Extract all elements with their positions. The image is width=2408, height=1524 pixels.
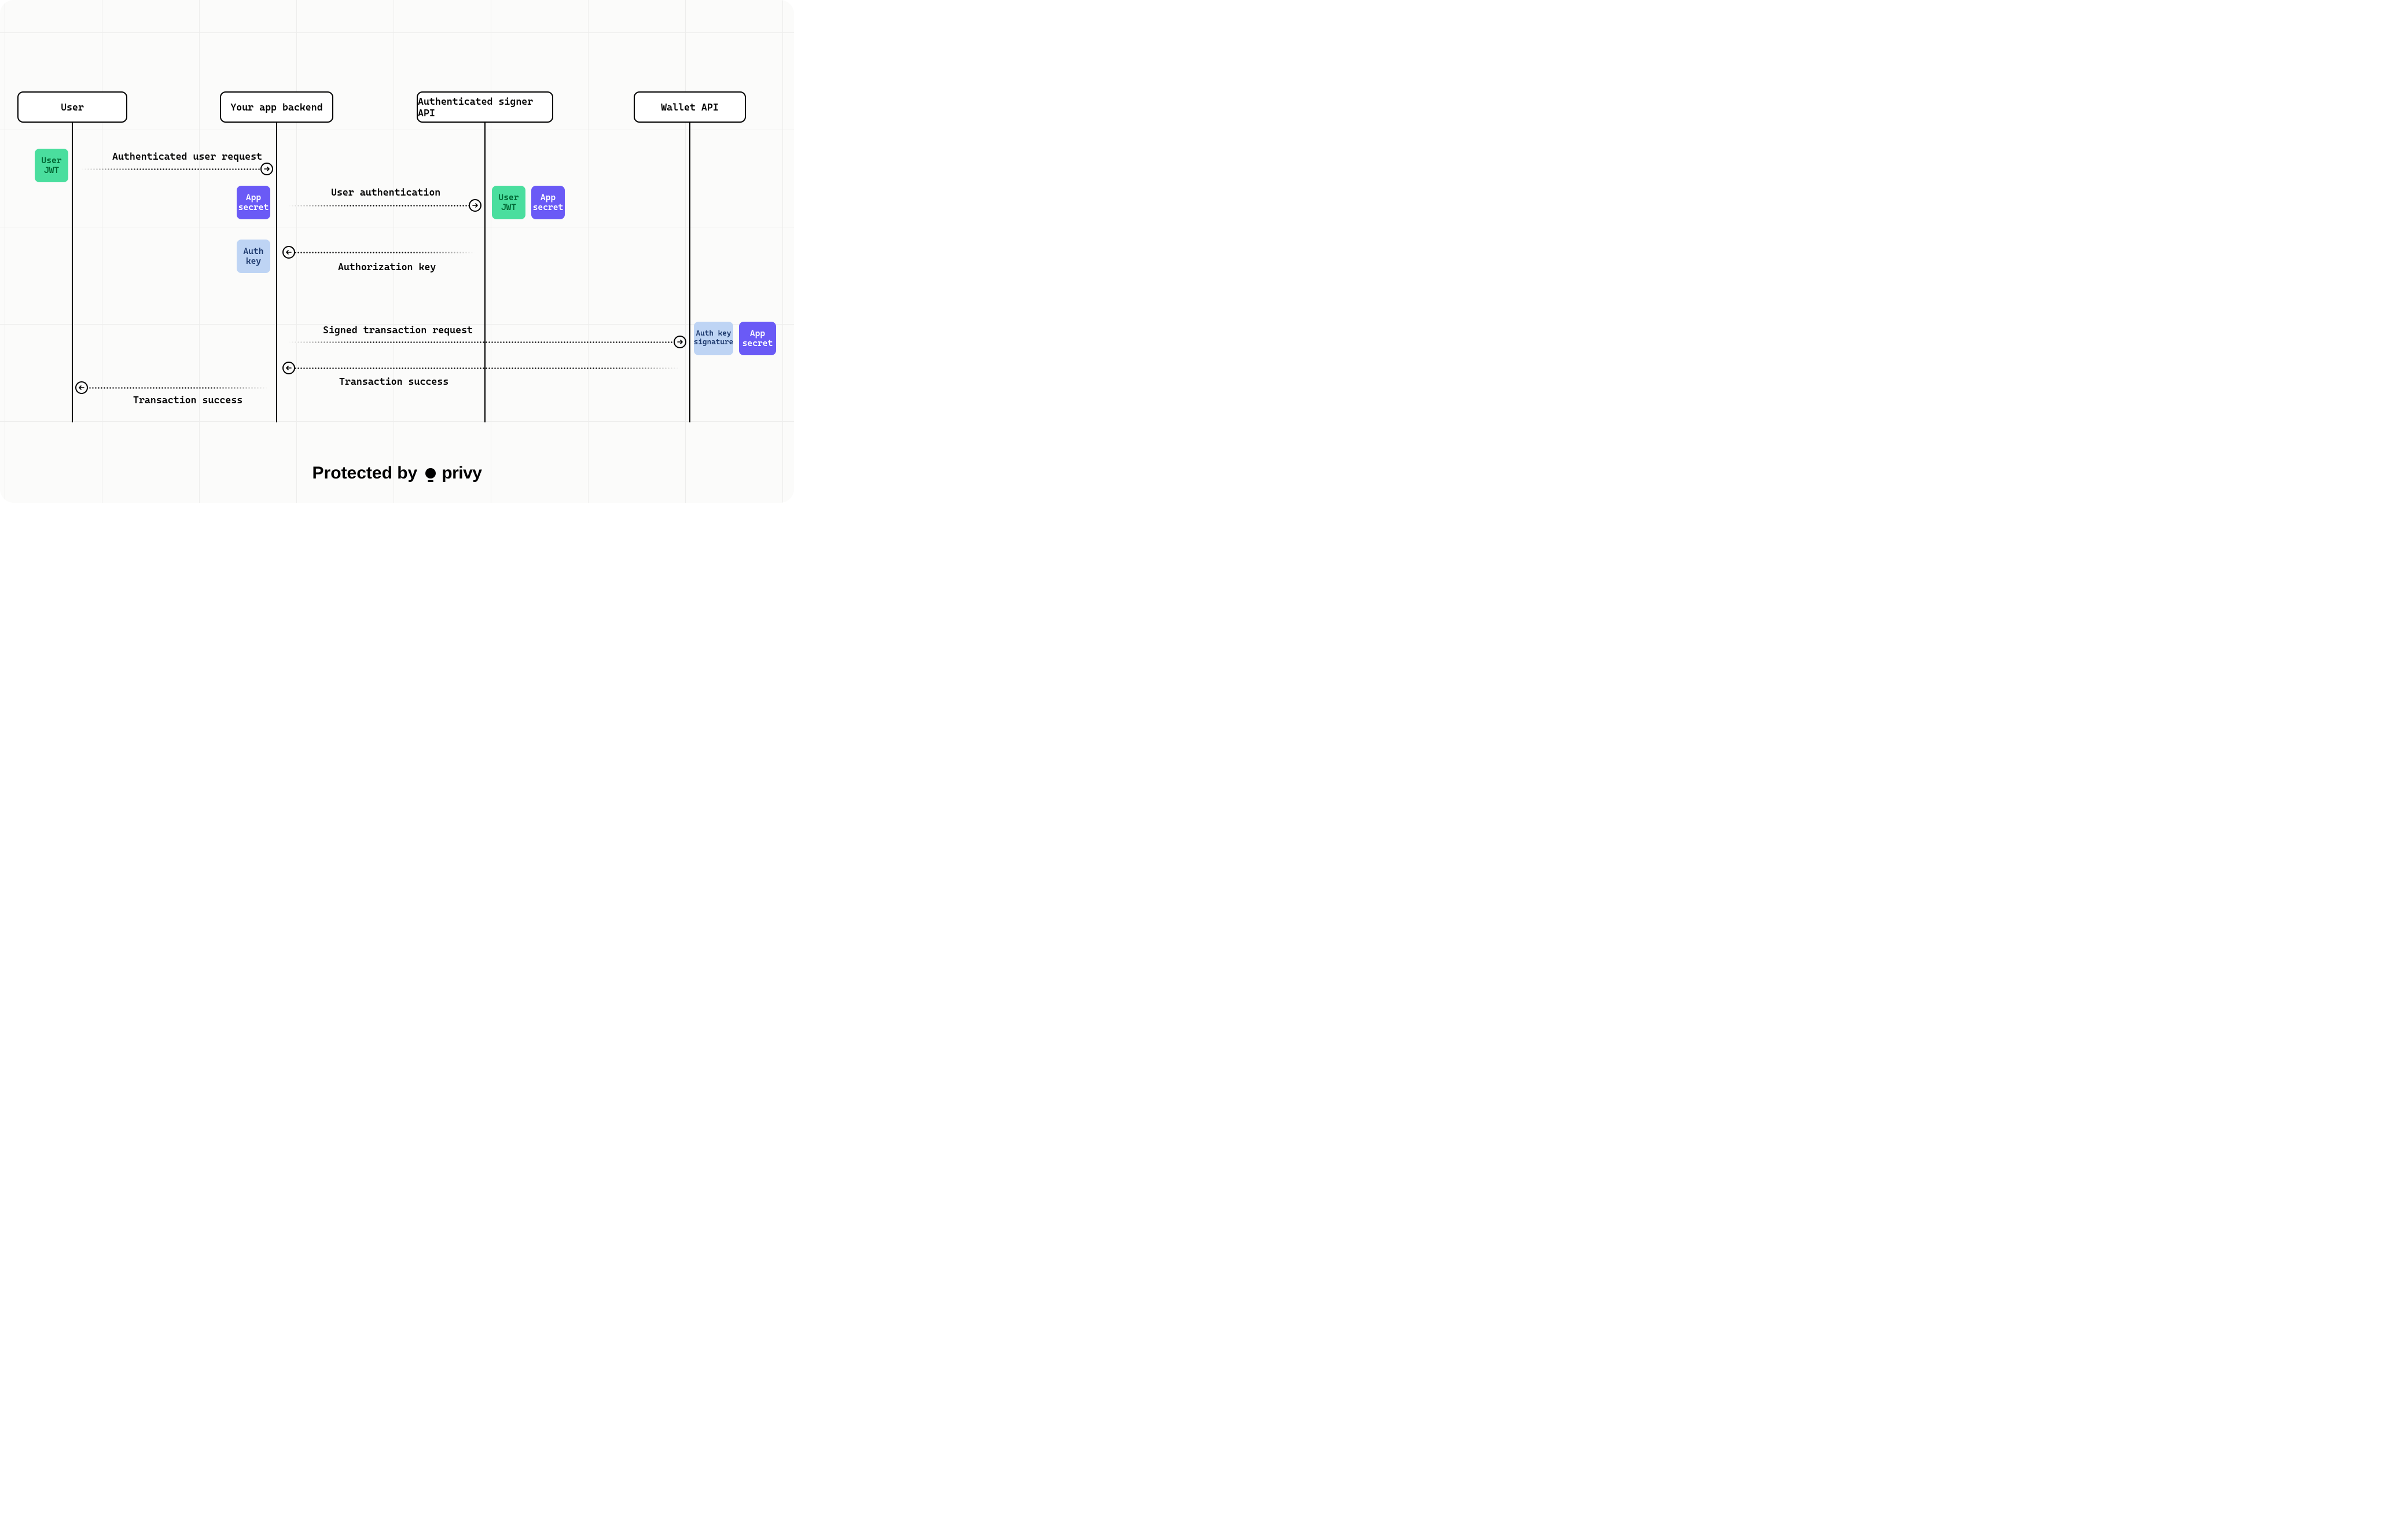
footer: Protected by privy bbox=[0, 463, 794, 483]
msg-auth-key-label: Authorization key bbox=[338, 261, 436, 273]
msg-tx-success-2-label: Transaction success bbox=[133, 394, 242, 406]
participant-signer: Authenticated signer API bbox=[417, 91, 553, 123]
lifeline-wallet bbox=[689, 122, 690, 422]
arrow-right-icon bbox=[676, 338, 684, 346]
arrow-left-icon bbox=[78, 384, 86, 392]
arrow-right-icon bbox=[263, 165, 271, 173]
msg-tx-success-1-label: Transaction success bbox=[339, 376, 448, 387]
token-user-jwt-1: UserJWT bbox=[35, 149, 68, 182]
privy-logo: privy bbox=[425, 463, 481, 483]
token-auth-key-sig: Auth keysignature bbox=[694, 322, 733, 355]
token-app-secret-1: Appsecret bbox=[237, 186, 270, 219]
arrow-right-icon bbox=[471, 201, 479, 209]
participant-user: User bbox=[17, 91, 127, 123]
lifeline-signer bbox=[484, 122, 486, 422]
privy-logo-icon bbox=[425, 468, 436, 478]
privy-logo-wordmark: privy bbox=[442, 463, 481, 483]
msg-signed-tx-label: Signed transaction request bbox=[323, 324, 473, 336]
msg-user-auth-label: User authentication bbox=[331, 186, 440, 198]
arrow-left-icon bbox=[285, 248, 293, 256]
footer-text: Protected by bbox=[313, 463, 418, 483]
token-app-secret-3: Appsecret bbox=[739, 322, 776, 355]
token-user-jwt-2: UserJWT bbox=[492, 186, 525, 219]
participant-backend: Your app backend bbox=[220, 91, 333, 123]
participant-wallet: Wallet API bbox=[634, 91, 746, 123]
lifeline-backend bbox=[276, 122, 277, 422]
token-auth-key: Authkey bbox=[237, 240, 270, 273]
msg-auth-user-request-label: Authenticated user request bbox=[112, 150, 262, 162]
token-app-secret-2: Appsecret bbox=[531, 186, 565, 219]
arrow-left-icon bbox=[285, 364, 293, 372]
sequence-diagram: User Your app backend Authenticated sign… bbox=[0, 0, 794, 503]
lifeline-user bbox=[72, 122, 73, 422]
